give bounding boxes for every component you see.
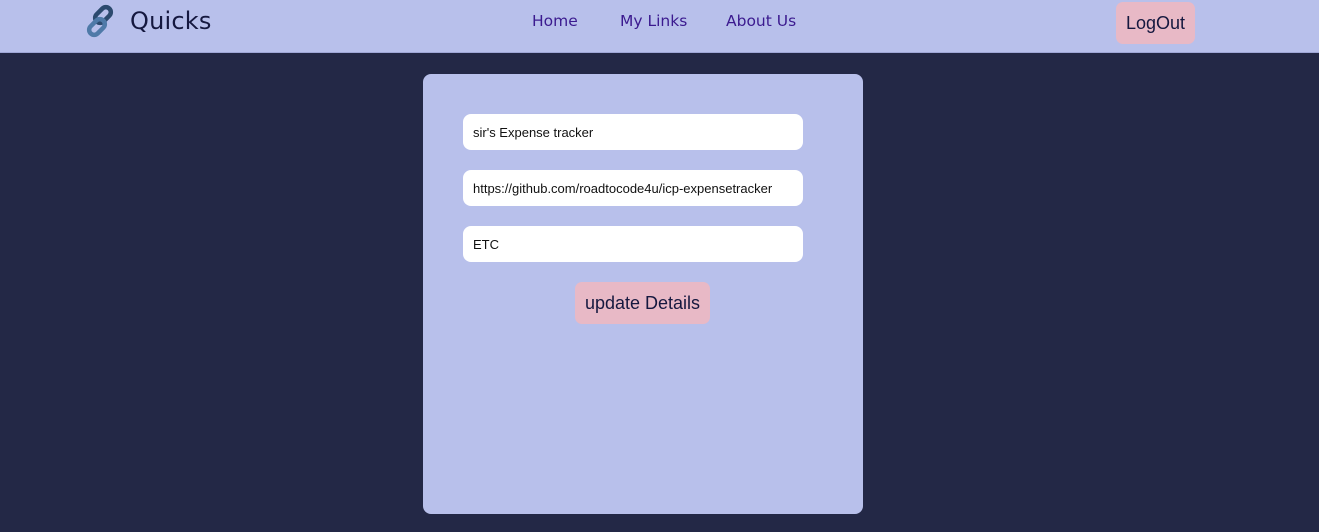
main-nav: Home My Links About Us	[532, 12, 816, 30]
logout-button[interactable]: LogOut	[1116, 2, 1195, 44]
navbar: Quicks Home My Links About Us LogOut	[0, 0, 1319, 53]
nav-link-my-links[interactable]: My Links	[620, 12, 726, 30]
edit-link-card: update Details	[423, 74, 863, 514]
nav-link-about-us[interactable]: About Us	[726, 12, 816, 30]
update-details-button[interactable]: update Details	[575, 282, 710, 324]
brand[interactable]: Quicks	[83, 3, 212, 39]
link-icon	[86, 4, 114, 38]
brand-name: Quicks	[130, 7, 212, 35]
link-url-input[interactable]	[463, 170, 803, 206]
link-title-input[interactable]	[463, 114, 803, 150]
nav-link-home[interactable]: Home	[532, 12, 620, 30]
link-category-input[interactable]	[463, 226, 803, 262]
